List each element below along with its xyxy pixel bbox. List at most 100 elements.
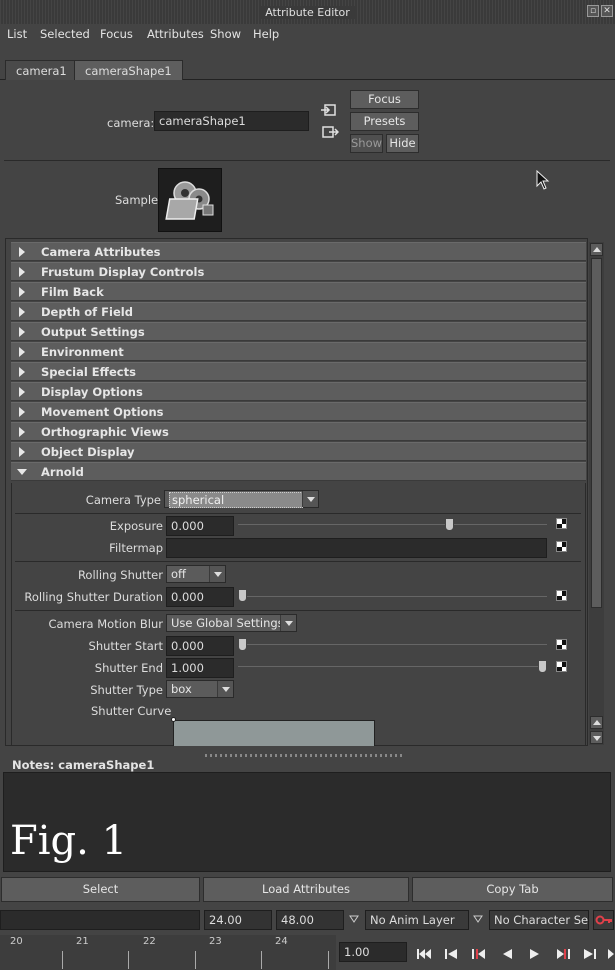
shutter-end-slider-handle[interactable] — [538, 660, 547, 673]
menu-show[interactable]: Show — [210, 27, 241, 41]
motion-blur-dropdown[interactable]: Use Global Settings — [166, 614, 297, 632]
section-movement-options[interactable]: Movement Options — [11, 402, 586, 421]
playback-controls — [417, 949, 614, 959]
node-name-field[interactable]: cameraShape1 — [154, 111, 309, 131]
menu-list[interactable]: List — [7, 27, 27, 41]
exposure-slider-handle[interactable] — [445, 518, 454, 531]
step-forward-key-icon[interactable] — [557, 949, 570, 959]
select-button[interactable]: Select — [1, 877, 200, 902]
exposure-slider-track[interactable] — [238, 524, 547, 525]
shutter-end-map-icon[interactable] — [556, 661, 567, 672]
shutter-end-field[interactable]: 1.000 — [166, 658, 234, 678]
expanded-arrow-icon — [17, 469, 27, 475]
presets-button[interactable]: Presets — [350, 112, 419, 131]
scroll-up-icon[interactable] — [590, 716, 603, 729]
auto-key-button[interactable] — [593, 910, 614, 930]
scroll-up-icon[interactable] — [590, 243, 603, 256]
section-film-back[interactable]: Film Back — [11, 282, 586, 301]
mouse-cursor-icon — [536, 170, 550, 190]
char-set-arrow-icon[interactable] — [473, 915, 483, 923]
exposure-label: Exposure — [109, 519, 163, 533]
camera-swatch-icon — [165, 181, 214, 220]
shutter-start-label: Shutter Start — [88, 639, 163, 653]
collapsed-arrow-icon — [19, 367, 25, 377]
shutter-type-dropdown[interactable]: box — [166, 680, 234, 698]
input-connection-icon[interactable] — [321, 103, 337, 117]
section-output-settings[interactable]: Output Settings — [11, 322, 586, 341]
tick-mark — [328, 951, 329, 969]
tick-mark — [195, 951, 196, 969]
curve-point-icon[interactable] — [171, 717, 176, 722]
rolling-duration-slider-handle[interactable] — [238, 589, 247, 602]
menu-selected[interactable]: Selected — [40, 27, 90, 41]
node-type-label: camera: — [107, 116, 155, 130]
tab-camerashape1[interactable]: cameraShape1 — [74, 60, 183, 80]
output-connection-icon[interactable] — [321, 125, 339, 139]
rolling-shutter-dropdown[interactable]: off — [166, 565, 226, 583]
go-to-start-icon[interactable] — [417, 949, 431, 959]
play-backward-icon[interactable] — [503, 949, 512, 959]
collapsed-arrow-icon — [19, 267, 25, 277]
collapsed-arrow-icon — [19, 307, 25, 317]
hide-button[interactable]: Hide — [386, 134, 419, 153]
rolling-duration-slider-track[interactable] — [238, 596, 547, 597]
shutter-start-field[interactable]: 0.000 — [166, 636, 234, 656]
sample-label: Sample — [115, 193, 159, 207]
pane-splitter[interactable] — [205, 754, 405, 757]
go-to-end-icon[interactable] — [608, 949, 614, 959]
range-start-field[interactable]: 24.00 — [204, 910, 272, 930]
tab-camera1[interactable]: camera1 — [5, 60, 78, 80]
step-forward-icon[interactable] — [584, 949, 596, 959]
header-divider — [4, 160, 610, 161]
shutter-start-slider-handle[interactable] — [238, 638, 247, 651]
restore-icon[interactable]: ▫ — [587, 5, 599, 17]
step-back-icon[interactable] — [445, 949, 457, 959]
tick-label: 24 — [275, 936, 288, 947]
anim-layer-field[interactable]: No Anim Layer — [365, 910, 469, 930]
shutter-end-slider-track[interactable] — [238, 666, 547, 667]
filtermap-field[interactable] — [166, 538, 547, 558]
tick-mark — [62, 951, 63, 969]
exposure-map-icon[interactable] — [556, 518, 567, 529]
section-display-options[interactable]: Display Options — [11, 382, 586, 401]
menu-help[interactable]: Help — [253, 27, 279, 41]
current-time-field[interactable]: 1.00 — [339, 942, 407, 962]
camera-type-dropdown[interactable]: spherical — [164, 490, 319, 508]
play-forward-icon[interactable] — [530, 949, 539, 959]
dropdown-arrow-icon — [280, 615, 296, 631]
load-attributes-button[interactable]: Load Attributes — [203, 877, 409, 902]
section-orthographic-views[interactable]: Orthographic Views — [11, 422, 586, 441]
filtermap-map-icon[interactable] — [556, 541, 567, 552]
section-object-display[interactable]: Object Display — [11, 442, 586, 461]
section-environment[interactable]: Environment — [11, 342, 586, 361]
range-slider-bar[interactable] — [0, 910, 200, 930]
camera-type-label: Camera Type — [85, 493, 161, 507]
section-camera-attributes[interactable]: Camera Attributes — [11, 242, 586, 261]
scroll-down-icon[interactable] — [590, 731, 603, 744]
anim-layer-arrow-icon[interactable] — [349, 915, 359, 923]
scrollbar-thumb[interactable] — [591, 258, 602, 608]
focus-button[interactable]: Focus — [350, 90, 419, 109]
shutter-end-label: Shutter End — [94, 661, 163, 675]
show-button[interactable]: Show — [350, 134, 383, 153]
shutter-curve-graph[interactable] — [173, 720, 375, 746]
copy-tab-button[interactable]: Copy Tab — [412, 877, 613, 902]
attributes-scrollbar[interactable] — [589, 242, 604, 745]
rolling-duration-map-icon[interactable] — [556, 590, 567, 601]
section-special-effects[interactable]: Special Effects — [11, 362, 586, 381]
menu-attributes[interactable]: Attributes — [147, 27, 204, 41]
shutter-start-slider-track[interactable] — [238, 644, 547, 645]
char-set-field[interactable]: No Character Set — [489, 910, 589, 930]
time-slider[interactable]: 20 21 22 23 24 — [0, 935, 336, 970]
menu-focus[interactable]: Focus — [100, 27, 133, 41]
section-arnold[interactable]: Arnold — [11, 462, 586, 481]
range-end-field[interactable]: 48.00 — [276, 910, 344, 930]
close-icon[interactable]: ✕ — [601, 5, 613, 17]
section-frustum-display-controls[interactable]: Frustum Display Controls — [11, 262, 586, 281]
exposure-field[interactable]: 0.000 — [166, 516, 234, 536]
shutter-start-map-icon[interactable] — [556, 639, 567, 650]
step-back-key-icon[interactable] — [472, 949, 485, 959]
section-depth-of-field[interactable]: Depth of Field — [11, 302, 586, 321]
group-divider — [15, 513, 581, 514]
rolling-duration-field[interactable]: 0.000 — [166, 587, 234, 607]
